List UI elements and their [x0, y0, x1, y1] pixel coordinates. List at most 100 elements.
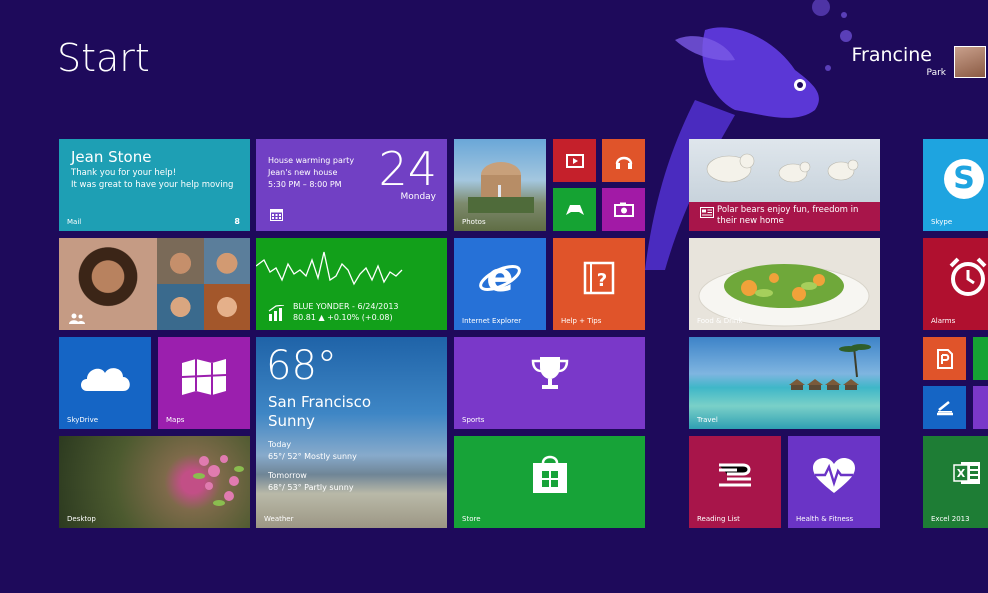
- heart-pulse-icon: [788, 436, 880, 522]
- news-headline-line2: their new home: [717, 216, 784, 226]
- palace-photo-image: [468, 162, 534, 213]
- person-photo-3: [204, 238, 250, 284]
- sports-tile[interactable]: Sports: [454, 337, 645, 429]
- weather-today-label: Today: [268, 440, 292, 449]
- weather-label: Weather: [264, 515, 294, 523]
- user-name[interactable]: Francine: [852, 44, 933, 66]
- alarm-clock-icon: [949, 257, 987, 296]
- video-icon: [553, 139, 596, 182]
- skydrive-tile[interactable]: SkyDrive: [59, 337, 151, 429]
- weather-tomorrow-forecast: 68°/ 53° Partly sunny: [268, 483, 354, 492]
- weather-condition: Sunny: [268, 412, 315, 430]
- camera-icon: [602, 188, 645, 231]
- scan-tile[interactable]: [923, 386, 966, 429]
- maps-tile[interactable]: Maps: [158, 337, 250, 429]
- user-last-name[interactable]: Park: [927, 68, 946, 78]
- mail-count-badge: 8: [234, 217, 240, 226]
- skype-label: Skype: [931, 218, 953, 226]
- person-photo-4: [157, 284, 204, 330]
- person-photo-5: [204, 284, 250, 330]
- calendar-weekday: Monday: [400, 192, 436, 202]
- mail-subject: Thank you for your help!: [71, 168, 177, 178]
- games-tile[interactable]: [553, 188, 596, 231]
- finance-sparkline: [256, 251, 403, 286]
- photos-tile[interactable]: Photos: [454, 139, 546, 231]
- calendar-event-time: 5:30 PM – 8:00 PM: [268, 180, 342, 189]
- excel-tile[interactable]: X Excel 2013: [923, 436, 988, 528]
- reading-list-icon: [689, 436, 781, 522]
- food-drink-tile[interactable]: Food & Drink: [689, 238, 880, 330]
- calendar-tile[interactable]: House warming party Jean's new house 5:3…: [256, 139, 447, 231]
- weather-today-forecast: 65°/ 52° Mostly sunny: [268, 452, 357, 461]
- calendar-date-number: 24: [378, 142, 437, 196]
- calendar-event-title: House warming party: [268, 156, 355, 165]
- skype-icon: S: [944, 159, 984, 199]
- help-tips-label: Help + Tips: [561, 317, 602, 325]
- cloud-icon: [59, 337, 151, 423]
- scanner-icon: [923, 386, 966, 429]
- reader-tile[interactable]: [923, 337, 966, 380]
- headphones-icon: [602, 139, 645, 182]
- music-tile[interactable]: [602, 139, 645, 182]
- person-photo-2: [157, 238, 204, 284]
- news-tile[interactable]: Polar bears enjoy fun, freedom in their …: [689, 139, 880, 231]
- weather-tile[interactable]: 68° San Francisco Sunny Today 65°/ 52° M…: [256, 337, 447, 528]
- video-tile[interactable]: [553, 139, 596, 182]
- user-avatar[interactable]: [954, 46, 986, 78]
- xbox-controller-icon: [553, 188, 596, 231]
- sports-label: Sports: [462, 416, 485, 424]
- alarms-tile[interactable]: Alarms: [923, 238, 988, 330]
- mail-preview: It was great to have your help moving: [71, 180, 234, 190]
- stock-value-change: 80.81 ▲ +0.10% (+0.08): [293, 313, 393, 322]
- desktop-label: Desktop: [67, 515, 96, 523]
- reading-list-tile[interactable]: Reading List: [689, 436, 781, 528]
- calendar-icon: [270, 209, 283, 221]
- trophy-icon: [454, 337, 645, 419]
- internet-explorer-tile[interactable]: e Internet Explorer: [454, 238, 546, 330]
- excel-label: Excel 2013: [931, 515, 970, 523]
- news-headline-line1: Polar bears enjoy fun, freedom in: [717, 205, 859, 215]
- health-fitness-tile[interactable]: Health & Fitness: [788, 436, 880, 528]
- travel-tile[interactable]: Travel: [689, 337, 880, 429]
- news-icon: [700, 207, 714, 218]
- camera-tile[interactable]: [602, 188, 645, 231]
- people-icon: [69, 313, 85, 324]
- skype-tile[interactable]: S Skype: [923, 139, 988, 231]
- health-fitness-label: Health & Fitness: [796, 515, 854, 523]
- partial-green-tile[interactable]: [973, 337, 988, 380]
- reading-list-label: Reading List: [697, 515, 740, 523]
- skydrive-label: SkyDrive: [67, 416, 99, 424]
- polar-bears-photo: [689, 139, 880, 202]
- finance-tile[interactable]: BLUE YONDER - 6/24/2013 80.81 ▲ +0.10% (…: [256, 238, 447, 330]
- svg-text:X: X: [957, 467, 966, 480]
- flower-wallpaper-image: [193, 455, 244, 506]
- photos-label: Photos: [462, 218, 486, 226]
- mail-tile[interactable]: Jean Stone Thank you for your help! It w…: [59, 139, 250, 231]
- help-book-icon: ?: [553, 238, 645, 324]
- mail-label: Mail: [67, 218, 82, 226]
- calendar-event-location: Jean's new house: [268, 168, 338, 177]
- start-title: Start: [57, 36, 150, 80]
- help-tips-tile[interactable]: ? Help + Tips: [553, 238, 645, 330]
- internet-explorer-label: Internet Explorer: [462, 317, 522, 325]
- svg-text:?: ?: [597, 270, 607, 291]
- mail-from: Jean Stone: [71, 148, 152, 166]
- weather-city: San Francisco: [268, 393, 372, 411]
- store-tile[interactable]: Store: [454, 436, 645, 528]
- people-tile[interactable]: [59, 238, 250, 330]
- desktop-tile[interactable]: Desktop: [59, 436, 250, 528]
- maps-label: Maps: [166, 416, 185, 424]
- travel-label: Travel: [697, 416, 718, 424]
- chart-icon: [268, 305, 285, 321]
- stock-name-date: BLUE YONDER - 6/24/2013: [293, 302, 399, 311]
- internet-explorer-icon: e: [454, 238, 546, 324]
- svg-text:e: e: [486, 258, 513, 298]
- map-icon: [158, 337, 250, 423]
- excel-icon: X: [953, 462, 980, 484]
- weather-tomorrow-label: Tomorrow: [268, 471, 307, 480]
- weather-temperature: 68°: [266, 343, 337, 389]
- reader-icon: [923, 337, 966, 380]
- alarms-label: Alarms: [931, 317, 956, 325]
- partial-purple-tile[interactable]: [973, 386, 988, 429]
- store-label: Store: [462, 515, 481, 523]
